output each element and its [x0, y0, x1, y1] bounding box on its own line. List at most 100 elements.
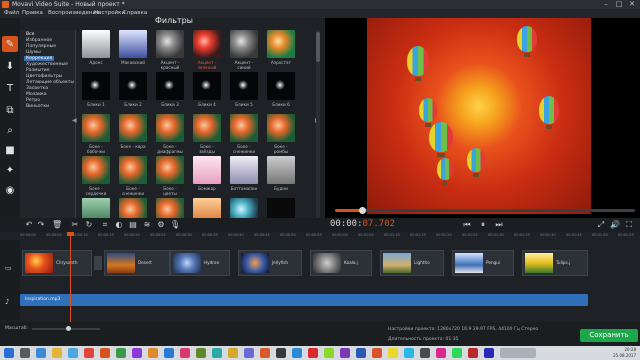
transition-marker[interactable] — [94, 256, 102, 270]
app-icon[interactable] — [468, 348, 478, 358]
filter-thumb[interactable]: Блики 4 — [193, 72, 221, 107]
category-item[interactable]: Ретро — [26, 98, 40, 103]
next-frame-icon[interactable]: ⏭ — [494, 220, 504, 230]
redo-icon[interactable]: ↷ — [36, 220, 46, 230]
delete-icon[interactable]: 🗑 — [52, 220, 62, 230]
category-item[interactable]: Шумы — [26, 50, 41, 55]
filter-thumb[interactable] — [267, 198, 295, 218]
audio-track-clip[interactable]: Inspiration.mp3 — [20, 294, 588, 306]
filter-thumb[interactable]: Боке - звёзды — [193, 114, 221, 154]
category-item-selected[interactable]: Коррекция — [24, 56, 55, 61]
app-icon[interactable] — [116, 348, 126, 358]
playhead[interactable] — [70, 232, 71, 332]
crop-icon[interactable]: ⌗ — [100, 220, 110, 230]
close-button[interactable]: ✕ — [626, 0, 638, 9]
timeline-clip[interactable]: Hydran — [170, 250, 230, 276]
filter-thumb[interactable]: Маковский — [119, 30, 147, 65]
maximize-button[interactable]: □ — [613, 0, 625, 9]
filter-thumb[interactable]: Блики 5 — [230, 72, 258, 107]
app-icon[interactable] — [388, 348, 398, 358]
menu-help[interactable]: Справка — [123, 9, 147, 18]
app-icon[interactable] — [148, 348, 158, 358]
timeline-clip[interactable]: Pengui — [452, 250, 514, 276]
color-icon[interactable]: ◐ — [114, 220, 124, 230]
app-icon[interactable] — [180, 348, 190, 358]
app-icon[interactable] — [484, 348, 494, 358]
filter-thumb[interactable]: Боттомапин — [230, 156, 258, 191]
progress-knob[interactable] — [359, 207, 366, 214]
filter-thumb[interactable]: Блики 6 — [267, 72, 295, 107]
cut-icon[interactable]: ✂ — [70, 220, 80, 230]
app-icon[interactable] — [372, 348, 382, 358]
filter-thumb[interactable]: Блики 2 — [119, 72, 147, 107]
undo-icon[interactable]: ↶ — [24, 220, 34, 230]
camera-tool-icon[interactable]: ◉ — [2, 182, 18, 198]
app-icon[interactable] — [420, 348, 430, 358]
menu-file[interactable]: Файл — [4, 9, 19, 18]
filter-thumb[interactable]: Адонс — [82, 30, 110, 65]
explorer-icon[interactable] — [52, 348, 62, 358]
properties-icon[interactable]: ⚙ — [156, 220, 166, 230]
text-tool-icon[interactable]: T — [2, 80, 18, 96]
app-icon[interactable] — [228, 348, 238, 358]
filter-thumb[interactable] — [82, 198, 110, 218]
speed-icon[interactable]: ▤ — [128, 220, 138, 230]
filter-thumb[interactable]: Боке - снежинки — [119, 156, 147, 196]
app-icon[interactable] — [244, 348, 254, 358]
app-icon[interactable] — [452, 348, 462, 358]
app-icon[interactable] — [356, 348, 366, 358]
app-icon[interactable] — [164, 348, 174, 358]
zoom-tool-icon[interactable]: ⌕ — [2, 122, 18, 138]
timeline-clip[interactable]: Tulips.j — [522, 250, 588, 276]
store-icon[interactable] — [68, 348, 78, 358]
playback-progress[interactable] — [335, 207, 635, 214]
active-window-tab[interactable] — [500, 348, 536, 358]
filter-thumb[interactable]: Акцент - синий — [230, 30, 258, 70]
volume-icon[interactable]: 🔊 — [610, 220, 620, 230]
category-item[interactable]: Летающие объекты — [26, 80, 74, 85]
app-icon[interactable] — [212, 348, 222, 358]
menu-settings[interactable]: Настройки — [94, 9, 125, 18]
category-item[interactable]: Все — [26, 32, 35, 37]
filter-scrollbar[interactable] — [316, 30, 320, 218]
mic-icon[interactable]: 🎙 — [170, 220, 180, 230]
timeline-clip[interactable]: Lightho — [380, 250, 444, 276]
start-icon[interactable] — [4, 348, 14, 358]
app-icon[interactable] — [436, 348, 446, 358]
timeline-clip[interactable]: Chrysanth — [22, 250, 92, 276]
app-icon[interactable] — [404, 348, 414, 358]
filter-thumb[interactable]: Будни — [267, 156, 295, 191]
filters-tool-icon[interactable]: ✎ — [2, 36, 18, 52]
category-item[interactable]: Художественные — [26, 62, 68, 67]
scrollbar-thumb[interactable] — [316, 32, 320, 62]
fullscreen-icon[interactable]: ⛶ — [624, 220, 634, 230]
filter-thumb[interactable]: Боке - сердечки — [82, 156, 110, 196]
rotate-icon[interactable]: ↻ — [84, 220, 94, 230]
zoom-slider[interactable] — [32, 326, 100, 331]
category-item[interactable]: Цветофильтры — [26, 74, 62, 79]
category-item[interactable]: Мозаика — [26, 92, 47, 97]
filter-thumb[interactable] — [193, 198, 221, 218]
filter-thumb[interactable]: Боке - цветы — [156, 156, 184, 196]
app-icon[interactable] — [260, 348, 270, 358]
filter-thumb[interactable]: Боке - кора — [119, 114, 147, 149]
audio-icon[interactable]: ≋ — [142, 220, 152, 230]
category-item[interactable]: Популярные — [26, 44, 56, 49]
filter-thumb[interactable]: Боке - диафрагмы — [156, 114, 184, 154]
app-icon[interactable] — [132, 348, 142, 358]
effects-tool-icon[interactable]: ✦ — [2, 162, 18, 178]
category-item[interactable]: Избранное — [26, 38, 52, 43]
chrome-icon[interactable] — [84, 348, 94, 358]
menu-playback[interactable]: Воспроизведение — [48, 9, 99, 18]
app-icon[interactable] — [100, 348, 110, 358]
app-icon[interactable] — [308, 348, 318, 358]
app-icon[interactable] — [196, 348, 206, 358]
filter-thumb[interactable]: Боке - ромбы — [267, 114, 295, 154]
filter-thumb[interactable]: Аэростат — [267, 30, 295, 65]
edge-icon[interactable] — [36, 348, 46, 358]
search-icon[interactable] — [20, 348, 30, 358]
category-item[interactable]: Размытие — [26, 68, 50, 73]
filter-thumb[interactable] — [119, 198, 147, 218]
filter-thumb[interactable]: Боке - снежинки — [230, 114, 258, 154]
app-icon[interactable] — [276, 348, 286, 358]
